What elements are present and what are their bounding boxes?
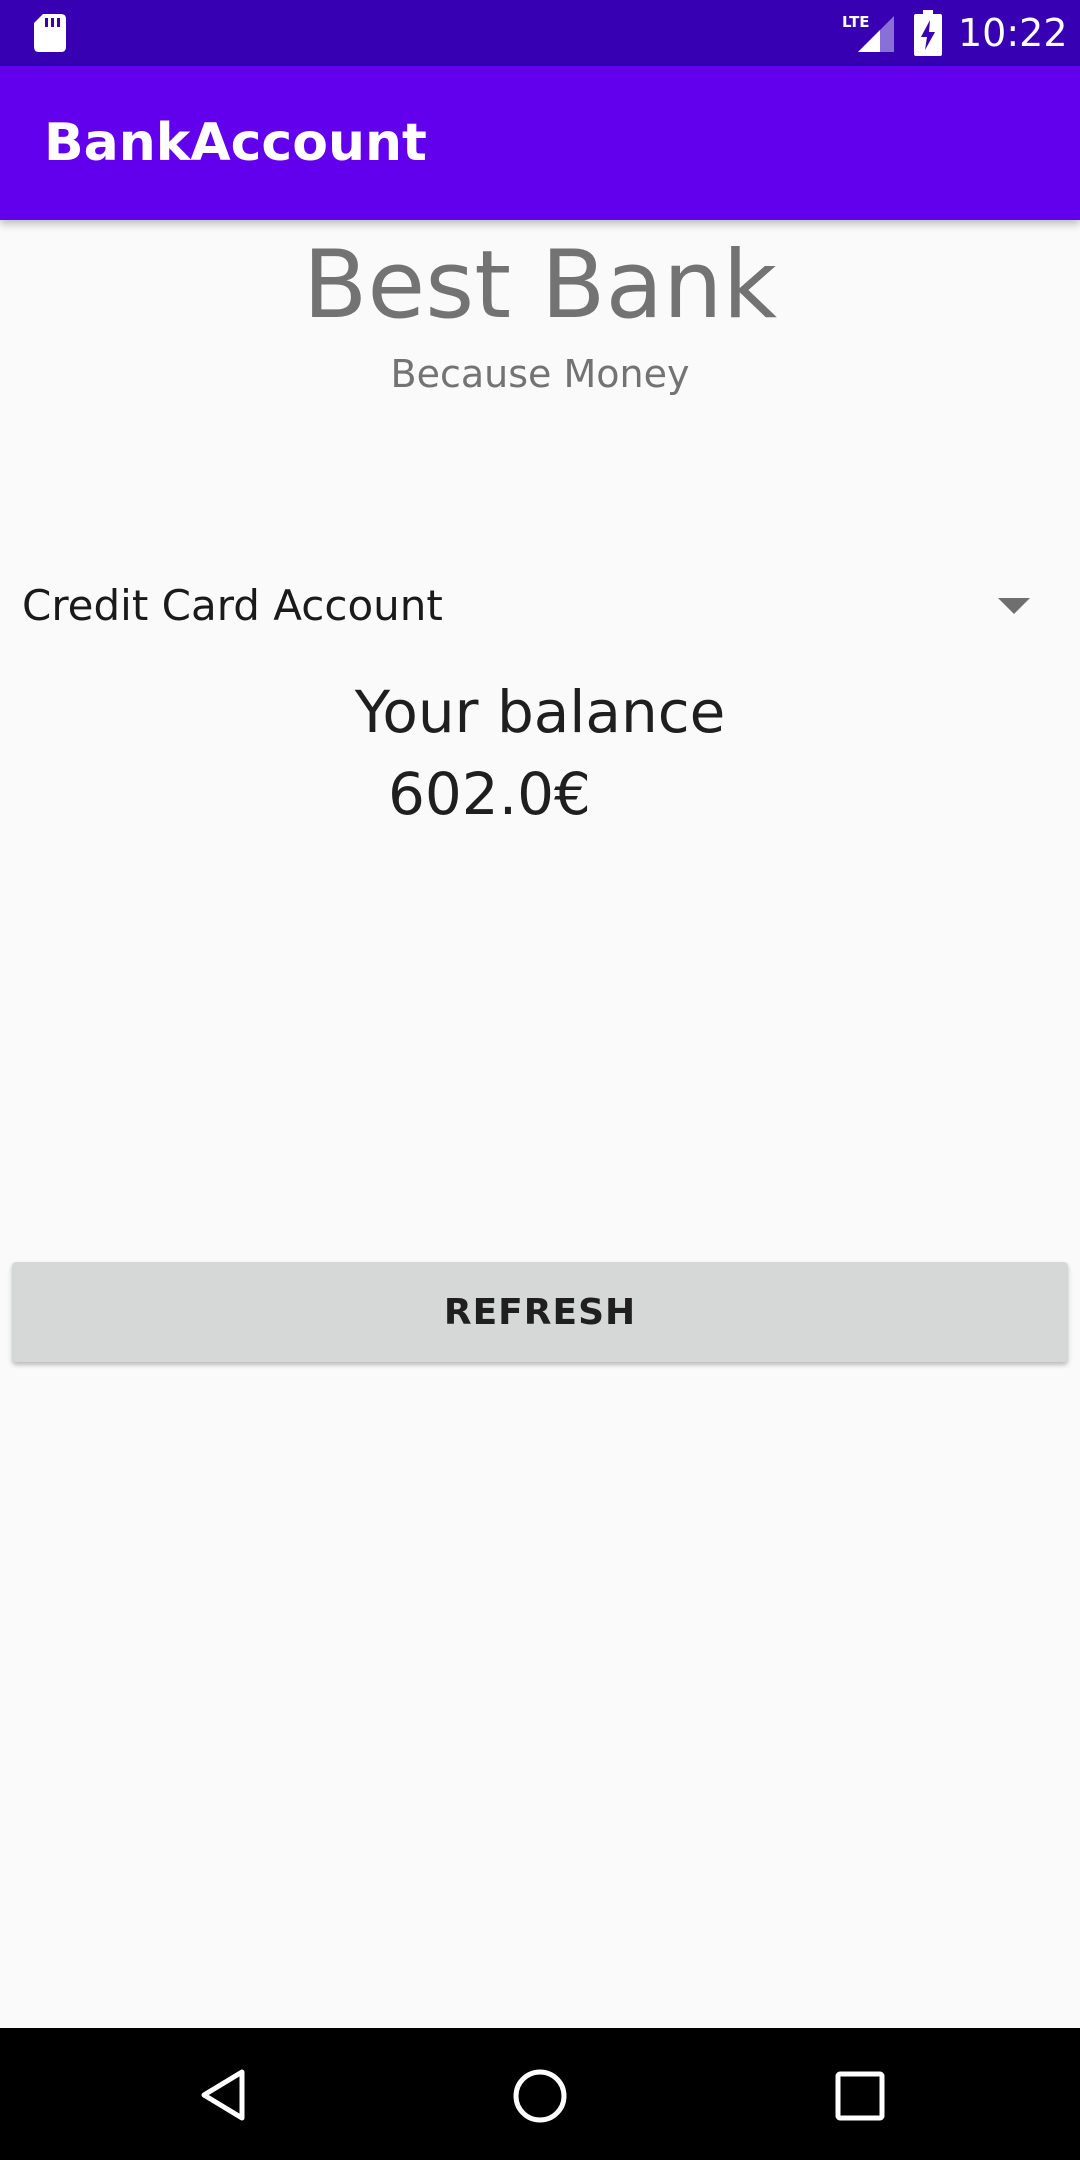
status-time: 10:22 [958,11,1068,55]
svg-text:LTE: LTE [842,13,870,31]
home-icon[interactable] [512,2068,568,2124]
app-bar: BankAccount [0,66,1080,220]
balance-label: Your balance [354,678,726,746]
dropdown-arrow-icon [998,598,1030,614]
back-icon[interactable] [196,2068,250,2122]
balance-value: 602.0€ [388,760,591,828]
recents-icon[interactable] [834,2070,886,2122]
battery-charging-icon [914,10,942,56]
status-bar: LTE 10:22 [0,0,1080,66]
app-title: BankAccount [44,113,427,173]
account-spinner[interactable]: Credit Card Account [0,570,1080,642]
bank-name: Best Bank [302,231,778,340]
account-spinner-label: Credit Card Account [22,581,443,630]
refresh-button[interactable]: REFRESH [12,1262,1068,1362]
navigation-bar [0,2028,1080,2160]
lte-signal-icon: LTE [842,13,894,52]
sd-card-icon [34,14,66,52]
bank-slogan: Because Money [390,352,690,396]
